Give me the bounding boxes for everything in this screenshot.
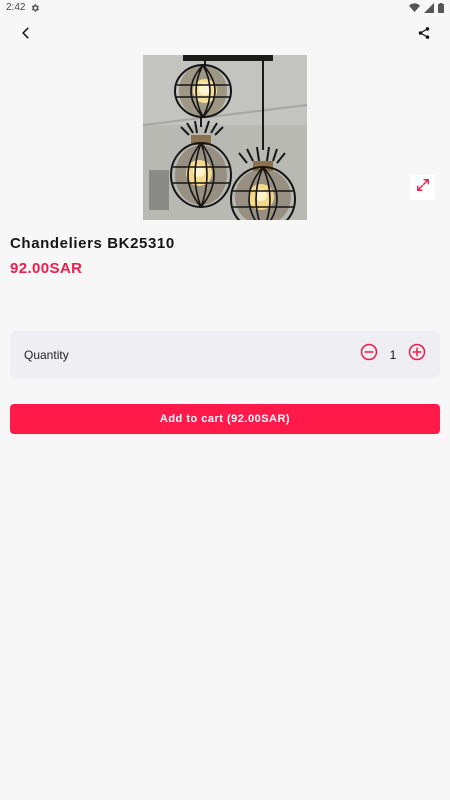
share-icon — [417, 26, 431, 45]
status-left: 2:42 — [6, 2, 40, 13]
plus-icon — [408, 343, 426, 366]
battery-icon — [438, 2, 444, 13]
top-bar — [0, 15, 450, 55]
gear-icon — [30, 3, 40, 13]
status-right — [409, 2, 444, 13]
quantity-value: 1 — [389, 347, 397, 362]
status-bar: 2:42 — [0, 0, 450, 15]
wifi-icon — [409, 2, 420, 13]
back-button[interactable] — [14, 23, 38, 47]
status-time: 2:42 — [6, 2, 26, 13]
quantity-stepper: 1 — [360, 343, 426, 366]
image-area — [0, 55, 450, 220]
product-image[interactable] — [143, 55, 307, 220]
product-title: Chandeliers BK25310 — [10, 235, 175, 252]
back-icon — [19, 26, 33, 45]
expand-button[interactable] — [410, 175, 435, 200]
share-button[interactable] — [412, 23, 436, 47]
signal-icon — [424, 2, 434, 13]
product-price: 92.00SAR — [10, 260, 83, 277]
quantity-card: Quantity 1 — [10, 331, 440, 378]
add-to-cart-button[interactable]: Add to cart (92.00SAR) — [10, 404, 440, 434]
quantity-label: Quantity — [24, 347, 69, 362]
expand-icon — [416, 178, 430, 197]
decrease-quantity-button[interactable] — [360, 343, 378, 366]
minus-icon — [360, 343, 378, 366]
increase-quantity-button[interactable] — [408, 343, 426, 366]
